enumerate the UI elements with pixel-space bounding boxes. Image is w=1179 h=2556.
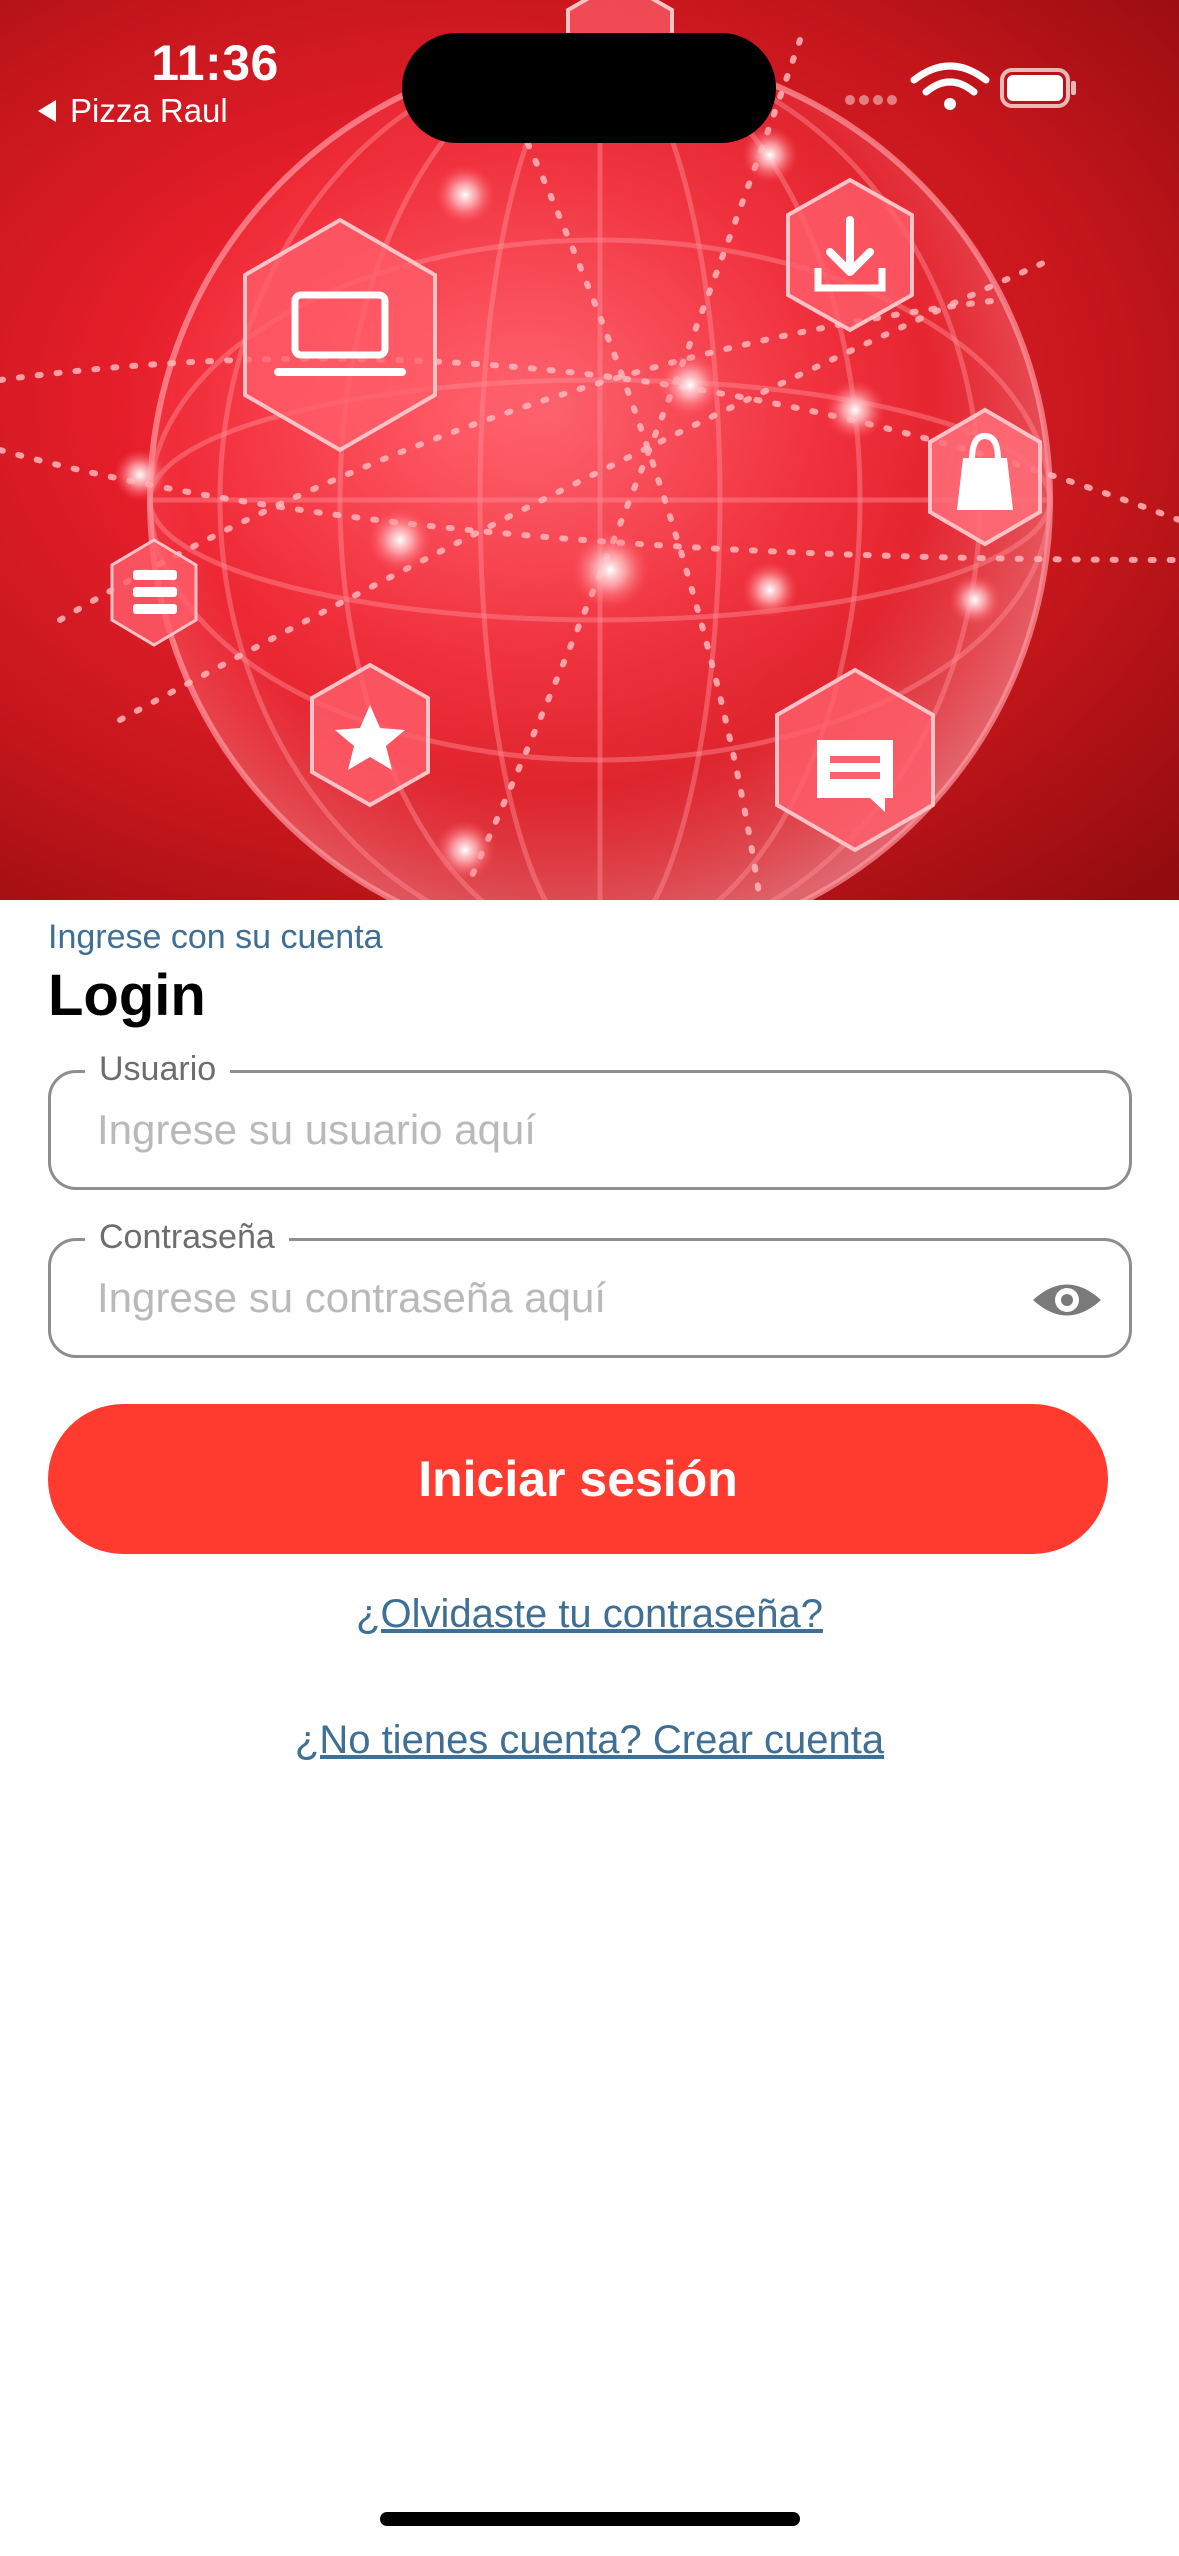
page-title: Login bbox=[48, 963, 206, 1028]
status-bar: 11:36 Pizza Raul bbox=[0, 0, 1179, 150]
battery-icon bbox=[1000, 68, 1076, 108]
login-subtitle: Ingrese con su cuenta bbox=[48, 918, 383, 956]
signal-dots-icon bbox=[845, 95, 897, 105]
password-field[interactable]: Contraseña bbox=[48, 1215, 1132, 1358]
hero-banner: 11:36 Pizza Raul bbox=[0, 0, 1179, 900]
username-field[interactable]: Usuario bbox=[48, 1047, 1132, 1190]
star-icon bbox=[310, 662, 430, 808]
wifi-icon bbox=[910, 62, 990, 110]
forgot-password-link[interactable]: ¿Olvidaste tu contraseña? bbox=[0, 1592, 1179, 1637]
username-label: Usuario bbox=[85, 1047, 231, 1091]
back-to-app-button[interactable]: Pizza Raul bbox=[38, 92, 228, 130]
shopping-bag-icon bbox=[928, 407, 1042, 547]
download-icon bbox=[786, 177, 914, 333]
dynamic-island bbox=[402, 33, 776, 143]
create-account-link[interactable]: ¿No tienes cuenta? Crear cuenta bbox=[0, 1718, 1179, 1763]
password-input[interactable] bbox=[97, 1267, 997, 1329]
password-label: Contraseña bbox=[85, 1215, 289, 1259]
username-input[interactable] bbox=[97, 1099, 997, 1161]
login-screen: 11:36 Pizza Raul Ingrese con su cuenta L… bbox=[0, 0, 1179, 2556]
back-app-label: Pizza Raul bbox=[70, 92, 228, 129]
status-icons bbox=[845, 62, 1076, 110]
home-indicator bbox=[380, 2512, 800, 2526]
back-arrow-icon bbox=[38, 100, 56, 122]
status-time: 11:36 bbox=[151, 35, 279, 91]
login-button[interactable]: Iniciar sesión bbox=[48, 1404, 1108, 1554]
show-password-eye-icon[interactable] bbox=[1031, 1277, 1103, 1323]
